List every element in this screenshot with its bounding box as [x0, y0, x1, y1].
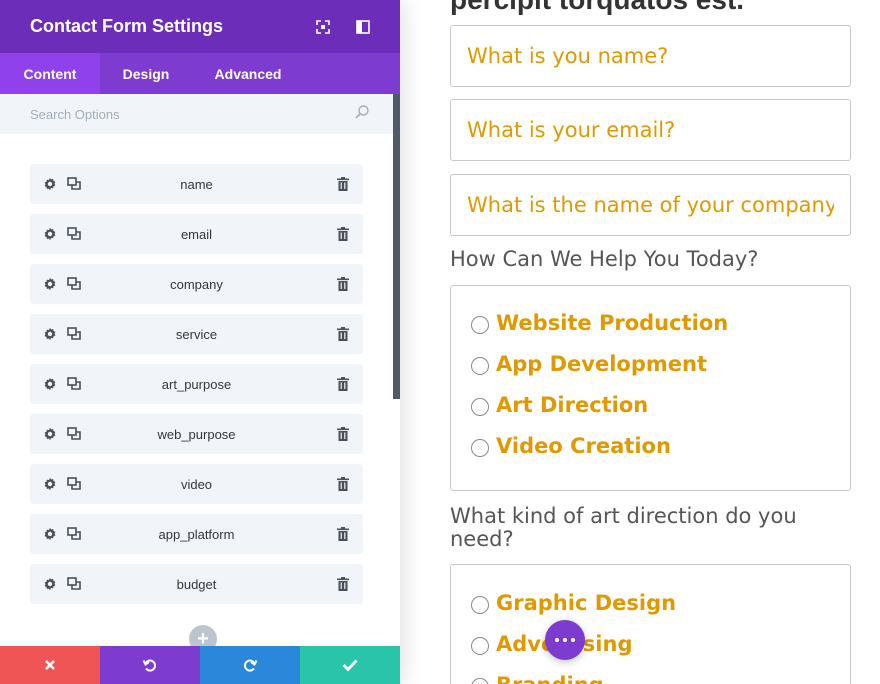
duplicate-icon[interactable]: [62, 514, 86, 554]
gear-icon[interactable]: [38, 264, 62, 304]
field-item[interactable]: art_purpose: [30, 364, 363, 404]
trash-icon[interactable]: [331, 314, 355, 354]
sidebar-toggle-icon[interactable]: [343, 0, 383, 53]
undo-icon: [142, 659, 157, 672]
tab-content[interactable]: Content: [0, 53, 100, 94]
trash-icon[interactable]: [331, 264, 355, 304]
radio-option[interactable]: App Development: [471, 352, 707, 376]
save-button[interactable]: [300, 646, 400, 684]
gear-icon[interactable]: [38, 414, 62, 454]
trash-icon[interactable]: [331, 464, 355, 504]
close-icon: [45, 660, 55, 670]
question-help-label: How Can We Help You Today?: [450, 247, 759, 271]
radio-option[interactable]: Video Creation: [471, 434, 671, 458]
page-heading: percipit torquatos est.: [450, 0, 744, 16]
search-icon[interactable]: [354, 104, 370, 125]
duplicate-icon[interactable]: [62, 214, 86, 254]
settings-panel: Contact Form Settings Content Design Adv…: [0, 0, 400, 684]
gear-icon[interactable]: [38, 314, 62, 354]
radio-option-label: Branding: [496, 673, 604, 684]
undo-button[interactable]: [100, 646, 200, 684]
more-options-button[interactable]: [545, 620, 585, 660]
tab-bar: Content Design Advanced: [0, 53, 400, 94]
radio-button[interactable]: [471, 356, 489, 375]
field-list: name email company service art_purpose web_pu…: [30, 164, 363, 614]
radio-option-label: App Development: [496, 352, 708, 376]
field-item[interactable]: company: [30, 264, 363, 304]
field-item[interactable]: app_platform: [30, 514, 363, 554]
field-item[interactable]: email: [30, 214, 363, 254]
radio-button[interactable]: [471, 315, 489, 334]
checkmark-icon: [342, 659, 358, 672]
name-field[interactable]: [451, 26, 850, 86]
tab-advanced[interactable]: Advanced: [192, 53, 304, 94]
email-field[interactable]: [451, 100, 850, 160]
more-dot: [563, 638, 567, 642]
radio-option-label: Video Creation: [496, 434, 671, 458]
trash-icon[interactable]: [331, 414, 355, 454]
action-footer: [0, 646, 400, 684]
radio-option-label: Graphic Design: [496, 591, 677, 615]
duplicate-icon[interactable]: [62, 314, 86, 354]
tab-design[interactable]: Design: [100, 53, 192, 94]
radio-button[interactable]: [471, 438, 489, 457]
panel-title: Contact Form Settings: [30, 16, 224, 36]
field-item[interactable]: name: [30, 164, 363, 204]
gear-icon[interactable]: [38, 164, 62, 204]
field-item[interactable]: service: [30, 314, 363, 354]
trash-icon[interactable]: [331, 214, 355, 254]
radio-button[interactable]: [471, 397, 489, 416]
trash-icon[interactable]: [331, 164, 355, 204]
search-bar: [0, 94, 400, 134]
more-dots-icon: [555, 638, 559, 642]
service-options-box: Website Production App Development Art Dir…: [450, 285, 851, 491]
email-field-wrapper: [450, 99, 851, 161]
redo-icon: [243, 659, 258, 672]
company-field[interactable]: [451, 175, 850, 235]
duplicate-icon[interactable]: [62, 564, 86, 604]
expand-icon[interactable]: [303, 0, 343, 53]
radio-option[interactable]: Art Direction: [471, 393, 648, 417]
company-field-wrapper: [450, 174, 851, 236]
duplicate-icon[interactable]: [62, 464, 86, 504]
field-item[interactable]: video: [30, 464, 363, 504]
radio-button[interactable]: [471, 595, 489, 614]
redo-button[interactable]: [200, 646, 300, 684]
more-dot: [571, 638, 575, 642]
panel-header: Contact Form Settings: [0, 0, 400, 53]
gear-icon[interactable]: [38, 364, 62, 404]
radio-option[interactable]: Graphic Design: [471, 591, 676, 615]
gear-icon[interactable]: [38, 464, 62, 504]
scrollbar[interactable]: [393, 94, 400, 399]
name-field-wrapper: [450, 25, 851, 87]
radio-option[interactable]: Website Production: [471, 311, 728, 335]
radio-option-label: Website Production: [496, 311, 729, 335]
duplicate-icon[interactable]: [62, 164, 86, 204]
trash-icon[interactable]: [331, 514, 355, 554]
gear-icon[interactable]: [38, 514, 62, 554]
question-art-label: What kind of art direction do you need?: [450, 504, 797, 551]
radio-button[interactable]: [471, 636, 489, 655]
radio-option-label: Art Direction: [496, 393, 649, 417]
form-preview: percipit torquatos est. How Can We Help …: [400, 0, 880, 684]
cancel-button[interactable]: [0, 646, 100, 684]
field-item[interactable]: web_purpose: [30, 414, 363, 454]
trash-icon[interactable]: [331, 364, 355, 404]
field-item[interactable]: budget: [30, 564, 363, 604]
radio-button[interactable]: [471, 677, 489, 684]
radio-option[interactable]: Branding: [471, 673, 604, 684]
art-options-box: Graphic DesignAdvertisingBranding: [450, 564, 851, 684]
duplicate-icon[interactable]: [62, 364, 86, 404]
search-input[interactable]: [30, 106, 354, 122]
trash-icon[interactable]: [331, 564, 355, 604]
duplicate-icon[interactable]: [62, 264, 86, 304]
duplicate-icon[interactable]: [62, 414, 86, 454]
gear-icon[interactable]: [38, 214, 62, 254]
gear-icon[interactable]: [38, 564, 62, 604]
